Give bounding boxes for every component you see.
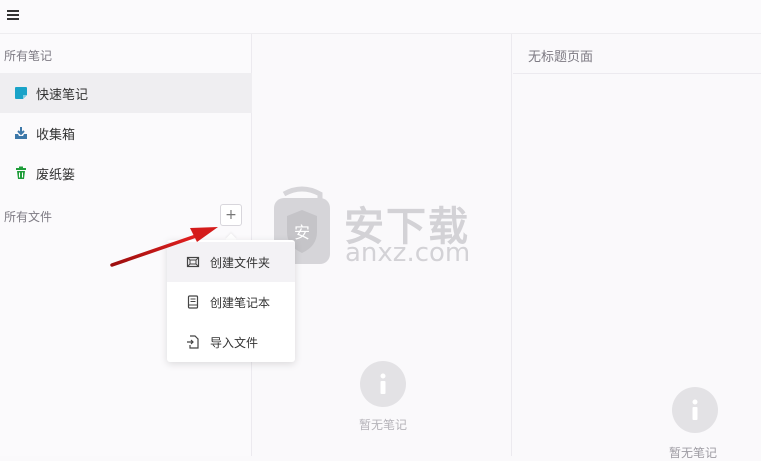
menu-item-label: 创建文件夹 bbox=[210, 255, 271, 270]
empty-editor-text: 暂无笔记 bbox=[669, 446, 718, 460]
sidebar-item-label: 收集箱 bbox=[36, 127, 76, 143]
top-toolbar bbox=[0, 0, 761, 34]
new-file-context-menu: 创建文件夹 创建笔记本 导入文件 bbox=[167, 240, 295, 362]
all-notes-label: 所有笔记 bbox=[4, 49, 53, 63]
sidebar-item-quick-notes[interactable]: 快速笔记 bbox=[0, 73, 252, 113]
inbox-download-icon bbox=[15, 127, 27, 139]
import-file-icon bbox=[187, 335, 199, 349]
create-notebook-icon bbox=[187, 295, 199, 309]
menu-item-label: 创建笔记本 bbox=[210, 295, 271, 310]
menu-item-create-folder[interactable]: 创建文件夹 bbox=[167, 242, 295, 282]
editor-panel: 无标题页面 暂无笔记 bbox=[513, 34, 761, 460]
menu-item-label: 导入文件 bbox=[210, 335, 259, 350]
menu-item-import-file[interactable]: 导入文件 bbox=[167, 322, 295, 362]
all-files-label: 所有文件 bbox=[4, 210, 53, 224]
add-file-button[interactable]: + bbox=[220, 204, 242, 226]
svg-text:安: 安 bbox=[294, 223, 310, 242]
menu-item-create-notebook[interactable]: 创建笔记本 bbox=[167, 282, 295, 322]
sidebar-item-inbox[interactable]: 收集箱 bbox=[0, 113, 252, 153]
editor-header: 无标题页面 bbox=[513, 34, 761, 74]
create-folder-icon bbox=[186, 256, 200, 268]
trash-icon bbox=[16, 166, 26, 179]
info-icon bbox=[360, 361, 406, 407]
sidebar-item-label: 废纸篓 bbox=[36, 167, 76, 183]
sidebar-item-label: 快速笔记 bbox=[36, 87, 89, 103]
page-title: 无标题页面 bbox=[528, 50, 594, 65]
sidebar-item-trash[interactable]: 废纸篓 bbox=[0, 153, 252, 193]
info-icon bbox=[672, 387, 718, 433]
watermark-domain: anxz.com bbox=[345, 238, 471, 268]
quick-note-icon bbox=[15, 87, 27, 99]
watermark: 安 安下载 anxz.com bbox=[272, 186, 492, 270]
empty-notes-text: 暂无笔记 bbox=[359, 418, 408, 432]
hamburger-icon[interactable] bbox=[7, 10, 19, 22]
